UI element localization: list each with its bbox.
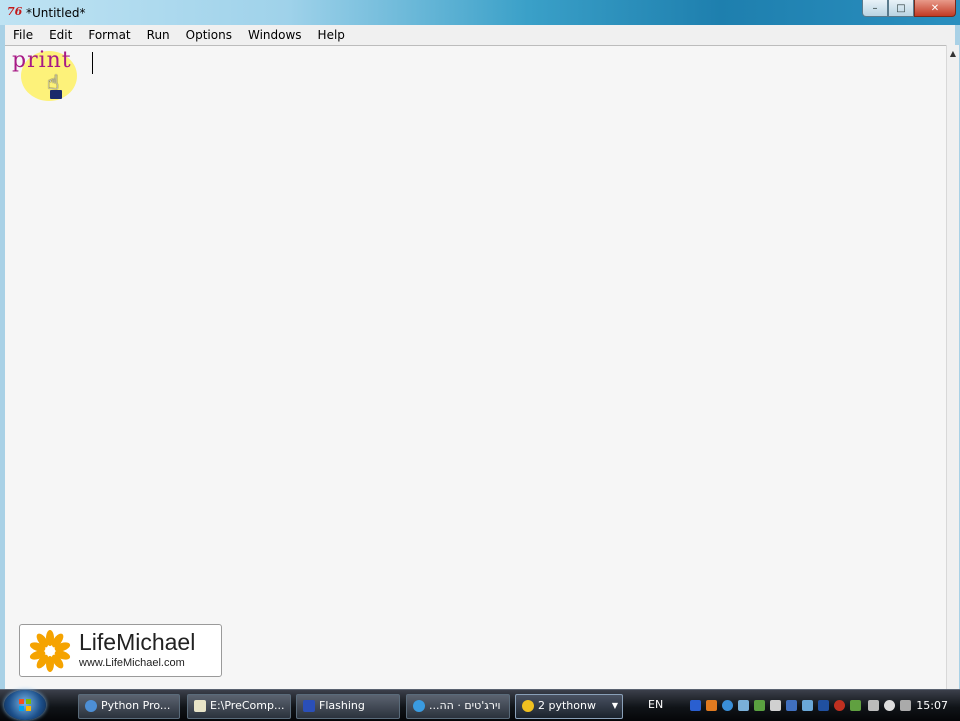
python-icon xyxy=(522,700,534,712)
tray-app-icon[interactable] xyxy=(802,700,813,711)
tray-app-icon[interactable] xyxy=(690,700,701,711)
menu-options[interactable]: Options xyxy=(178,25,240,45)
tray-app-icon[interactable] xyxy=(722,700,733,711)
menu-windows[interactable]: Windows xyxy=(240,25,310,45)
ie-icon xyxy=(413,700,425,712)
minimize-icon: – xyxy=(872,2,878,14)
taskbar-item-pythonw[interactable]: 2 pythonw ▼ xyxy=(515,694,623,719)
tk-app-icon: 76 xyxy=(7,5,23,18)
tray-app-icon[interactable] xyxy=(754,700,765,711)
menu-help[interactable]: Help xyxy=(310,25,353,45)
window-title: *Untitled* xyxy=(26,6,86,20)
tray-app-icon[interactable] xyxy=(900,700,911,711)
menu-edit[interactable]: Edit xyxy=(41,25,80,45)
start-button[interactable] xyxy=(4,690,46,720)
logo-title: LifeMichael xyxy=(79,629,196,655)
scroll-up-icon[interactable]: ▲ xyxy=(947,47,959,61)
hand-pointer-cuff xyxy=(50,90,62,99)
tray-app-icon[interactable] xyxy=(786,700,797,711)
chevron-down-icon: ▼ xyxy=(611,701,618,710)
code-text[interactable]: print xyxy=(12,48,72,73)
lifemichael-logo: LifeMichael www.LifeMichael.com xyxy=(19,624,222,677)
notepad-icon xyxy=(194,700,206,712)
taskbar-item-label: 2 pythonw xyxy=(538,699,596,712)
python-icon xyxy=(85,700,97,712)
taskbar-item-label: Python Pro... xyxy=(101,699,171,712)
flower-logo-icon xyxy=(29,630,71,672)
taskbar-item-label: ...וירג'טים · הה xyxy=(429,699,501,712)
tray-app-icon[interactable] xyxy=(834,700,845,711)
volume-icon[interactable] xyxy=(884,700,895,711)
tray-app-icon[interactable] xyxy=(818,700,829,711)
maximize-button[interactable]: □ xyxy=(888,0,914,17)
vertical-scrollbar[interactable]: ▲ xyxy=(946,45,959,689)
taskbar-item-precomp[interactable]: E:\PreComp... xyxy=(187,694,291,719)
windows-logo-icon xyxy=(19,699,31,711)
clock[interactable]: 15:07 xyxy=(916,699,948,712)
taskbar-item-python-pro[interactable]: Python Pro... xyxy=(78,694,180,719)
text-caret xyxy=(92,52,93,74)
logo-url: www.LifeMichael.com xyxy=(79,657,185,669)
window-controls: – □ ✕ xyxy=(862,0,956,18)
network-icon[interactable] xyxy=(868,700,879,711)
tray-app-icon[interactable] xyxy=(770,700,781,711)
close-icon: ✕ xyxy=(930,2,940,14)
tray-app-icon[interactable] xyxy=(706,700,717,711)
menu-file[interactable]: File xyxy=(5,25,41,45)
taskbar-item-label: E:\PreComp... xyxy=(210,699,285,712)
taskbar: Python Pro... E:\PreComp... Flashing ...… xyxy=(0,689,960,721)
menu-run[interactable]: Run xyxy=(139,25,178,45)
close-button[interactable]: ✕ xyxy=(914,0,956,17)
menu-bar: File Edit Format Run Options Windows Hel… xyxy=(5,25,955,45)
flashing-icon xyxy=(303,700,315,712)
tray-app-icon[interactable] xyxy=(850,700,861,711)
code-editor[interactable] xyxy=(5,45,946,690)
title-bar[interactable]: 76 *Untitled* – □ ✕ xyxy=(0,0,960,25)
taskbar-item-flashing[interactable]: Flashing xyxy=(296,694,400,719)
taskbar-item-label: Flashing xyxy=(319,699,365,712)
language-indicator[interactable]: EN xyxy=(648,698,663,711)
tray-app-icon[interactable] xyxy=(738,700,749,711)
minimize-button[interactable]: – xyxy=(862,0,888,17)
maximize-icon: □ xyxy=(896,2,906,14)
menu-format[interactable]: Format xyxy=(80,25,138,45)
taskbar-item-ie[interactable]: ...וירג'טים · הה xyxy=(406,694,510,719)
system-tray: EN 15:07 xyxy=(640,692,960,719)
